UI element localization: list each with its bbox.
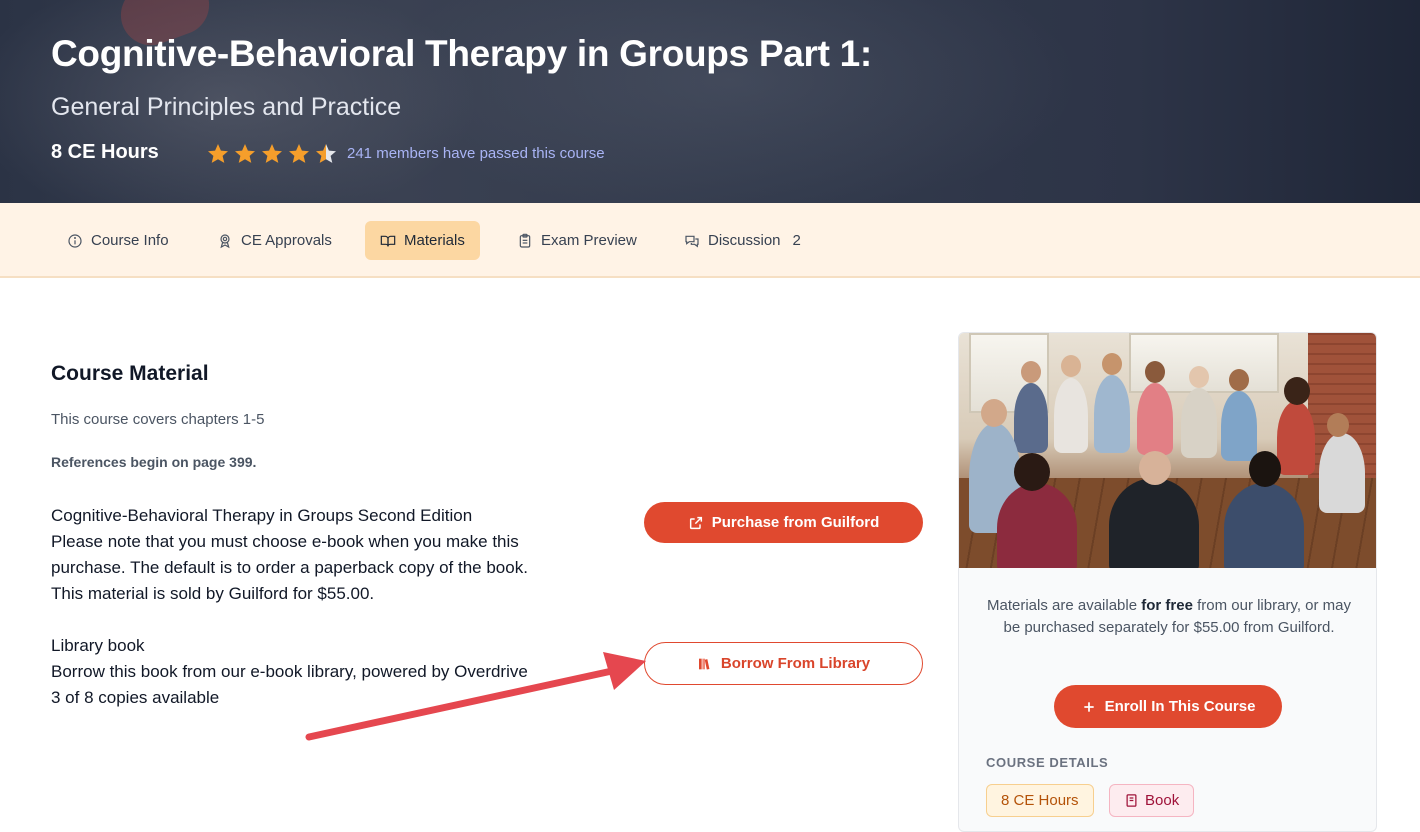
photo-person-head — [1139, 451, 1171, 485]
award-ribbon-icon — [220, 233, 230, 248]
purchase-material-description: Cognitive-Behavioral Therapy in Groups S… — [51, 503, 611, 607]
star-icon — [262, 144, 282, 163]
star-icon — [235, 144, 255, 163]
photo-person-head — [1145, 361, 1165, 383]
tag-label: Book — [1145, 792, 1180, 809]
half-star-icon — [316, 144, 336, 163]
ce-hours-tag: 8 CE Hours — [986, 784, 1094, 817]
enroll-button[interactable]: Enroll In This Course — [1054, 685, 1282, 728]
tab-course-info[interactable]: Course Info — [52, 221, 184, 260]
hero-background-texture — [380, 0, 1080, 203]
course-hero: Cognitive-Behavioral Therapy in Groups P… — [0, 0, 1420, 203]
clipboard-icon — [519, 233, 531, 248]
photo-person-head — [1102, 353, 1122, 375]
library-material-description: Library book Borrow this book from our e… — [51, 633, 611, 711]
photo-person — [1109, 478, 1199, 568]
section-title: Course Material — [51, 362, 209, 385]
material-line: 3 of 8 copies available — [51, 688, 220, 707]
material-line: Library book — [51, 636, 145, 655]
photo-person — [1319, 433, 1365, 513]
book-icon — [1126, 794, 1137, 807]
material-line: Borrow this book from our e-book library… — [51, 662, 528, 681]
photo-person — [1014, 383, 1048, 453]
material-line: purchase. The default is to order a pape… — [51, 558, 528, 577]
group-therapy-photo — [959, 333, 1376, 568]
library-books-icon — [698, 658, 710, 669]
members-passed-link[interactable]: 241 members have passed this course — [347, 145, 605, 162]
photo-person-head — [1327, 413, 1349, 437]
tab-materials[interactable]: Materials — [365, 221, 480, 260]
materials-availability-text: Materials are available for free from ou… — [979, 595, 1359, 639]
tab-exam-preview[interactable]: Exam Preview — [502, 221, 652, 260]
discussion-count-badge: 2 — [792, 232, 801, 249]
availability-text-part: Materials are available — [986, 597, 1142, 614]
tab-label: Exam Preview — [541, 232, 637, 249]
photo-person-head — [1061, 355, 1081, 377]
photo-person-head — [1229, 369, 1249, 391]
tab-label: CE Approvals — [241, 232, 332, 249]
plus-icon — [1083, 701, 1094, 712]
photo-person-head — [1284, 377, 1310, 405]
enroll-card: Materials are available for free from ou… — [958, 332, 1377, 832]
tab-label: Course Info — [91, 232, 169, 249]
book-tag: Book — [1109, 784, 1195, 817]
tab-label: Discussion — [708, 232, 781, 249]
photo-person — [1094, 375, 1130, 453]
photo-person-head — [1189, 366, 1209, 388]
chapters-covered-text: This course covers chapters 1-5 — [51, 411, 265, 428]
availability-text-bold: for free — [1141, 597, 1193, 614]
star-icon — [208, 144, 228, 163]
photo-person — [1277, 401, 1315, 475]
rating-stars — [206, 142, 338, 166]
photo-person — [1224, 483, 1304, 568]
button-label: Enroll In This Course — [1104, 698, 1256, 715]
photo-person — [1181, 388, 1217, 458]
photo-person-head — [1021, 361, 1041, 383]
photo-person — [1054, 378, 1088, 453]
photo-person-head — [1249, 451, 1281, 487]
photo-person-head — [981, 399, 1007, 427]
tab-discussion[interactable]: Discussion 2 — [669, 221, 816, 260]
course-details-heading: COURSE DETAILS — [986, 755, 1109, 770]
button-label: Purchase from Guilford — [711, 514, 880, 531]
material-line: This material is sold by Guilford for $5… — [51, 584, 375, 603]
photo-person-head — [1014, 453, 1050, 491]
course-tab-bar: Course Info CE Approvals Materials Exam … — [0, 203, 1420, 278]
references-note: References begin on page 399. — [51, 454, 257, 470]
material-line: Cognitive-Behavioral Therapy in Groups S… — [51, 506, 473, 525]
photo-person — [997, 483, 1077, 568]
material-line: Please note that you must choose e-book … — [51, 532, 519, 551]
photo-person — [1221, 391, 1257, 461]
external-link-icon — [689, 516, 702, 529]
borrow-from-library-button[interactable]: Borrow From Library — [644, 642, 923, 685]
chat-bubbles-icon — [685, 235, 699, 248]
open-book-icon — [380, 235, 396, 246]
button-label: Borrow From Library — [720, 655, 871, 672]
ce-hours-label: 8 CE Hours — [51, 141, 159, 163]
tag-label: 8 CE Hours — [1001, 792, 1079, 809]
info-circle-icon — [68, 233, 82, 248]
star-icon — [289, 144, 309, 163]
photo-person — [1137, 383, 1173, 455]
course-title: Cognitive-Behavioral Therapy in Groups P… — [51, 33, 872, 74]
purchase-from-guilford-button[interactable]: Purchase from Guilford — [644, 502, 923, 543]
course-subtitle: General Principles and Practice — [51, 93, 402, 121]
tab-ce-approvals[interactable]: CE Approvals — [202, 221, 347, 260]
tab-label: Materials — [404, 232, 465, 249]
